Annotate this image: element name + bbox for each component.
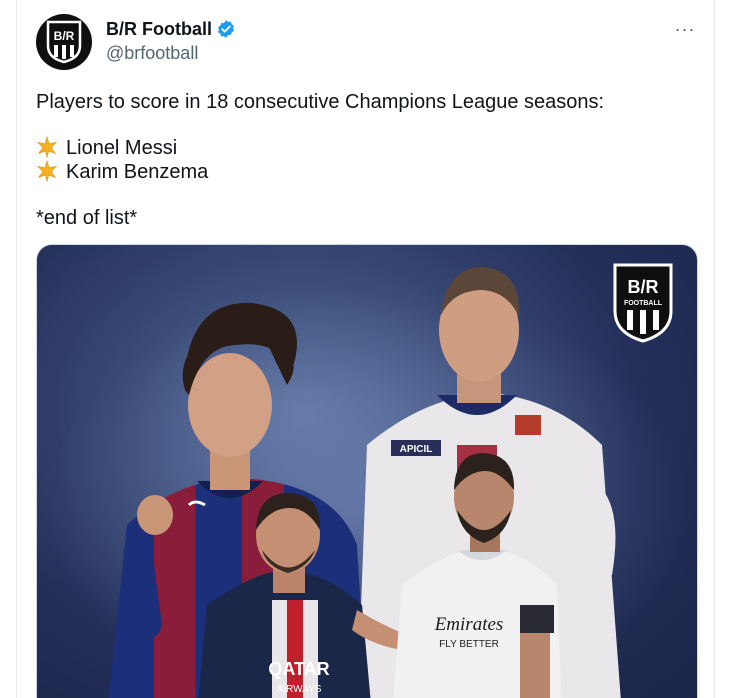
madrid-sponsor-sub-text: FLY BETTER xyxy=(439,639,499,650)
account-name-row[interactable]: B/R Football xyxy=(106,18,236,40)
br-media-logo: B/R FOOTBALL xyxy=(613,263,673,343)
more-horizontal-icon[interactable]: ··· xyxy=(672,16,698,42)
timeline-border-right xyxy=(714,0,715,698)
timeline-border-left xyxy=(16,0,17,698)
verified-badge-icon xyxy=(218,20,234,38)
player-name-messi: Lionel Messi xyxy=(66,137,178,159)
player-collage-illustration: APICIL QATAR AIRWAYS Emirates FLY BETTER… xyxy=(47,263,687,698)
tweet-footer-text: *end of list* xyxy=(36,207,138,229)
psg-sponsor-text: QATAR xyxy=(268,659,329,679)
media-logo-subtext: FOOTBALL xyxy=(624,300,663,307)
star-emoji-icon xyxy=(36,136,58,158)
br-logo-icon[interactable]: B/R xyxy=(36,14,92,70)
tweet-media-image[interactable]: APICIL QATAR AIRWAYS Emirates FLY BETTER… xyxy=(36,244,698,698)
avatar-logo-text: B/R xyxy=(54,29,75,43)
player-name-benzema: Karim Benzema xyxy=(66,161,209,183)
more-label: ··· xyxy=(674,18,696,39)
player-list-item: Karim Benzema xyxy=(36,160,696,184)
media-logo-text: B/R xyxy=(628,277,659,297)
lyon-sponsor-text: APICIL xyxy=(400,444,433,455)
tweet-headline: Players to score in 18 consecutive Champ… xyxy=(36,91,605,113)
star-emoji-icon xyxy=(36,160,58,182)
psg-sponsor-sub-text: AIRWAYS xyxy=(277,684,322,695)
account-handle[interactable]: @brfootball xyxy=(106,42,198,64)
madrid-sponsor-text: Emirates xyxy=(434,614,504,635)
tweet-body: Players to score in 18 consecutive Champ… xyxy=(36,90,696,230)
player-list-item: Lionel Messi xyxy=(36,136,696,160)
account-name[interactable]: B/R Football xyxy=(106,18,212,40)
tweet-card: B/R B/R Football @brfootball ··· Players… xyxy=(0,0,750,698)
